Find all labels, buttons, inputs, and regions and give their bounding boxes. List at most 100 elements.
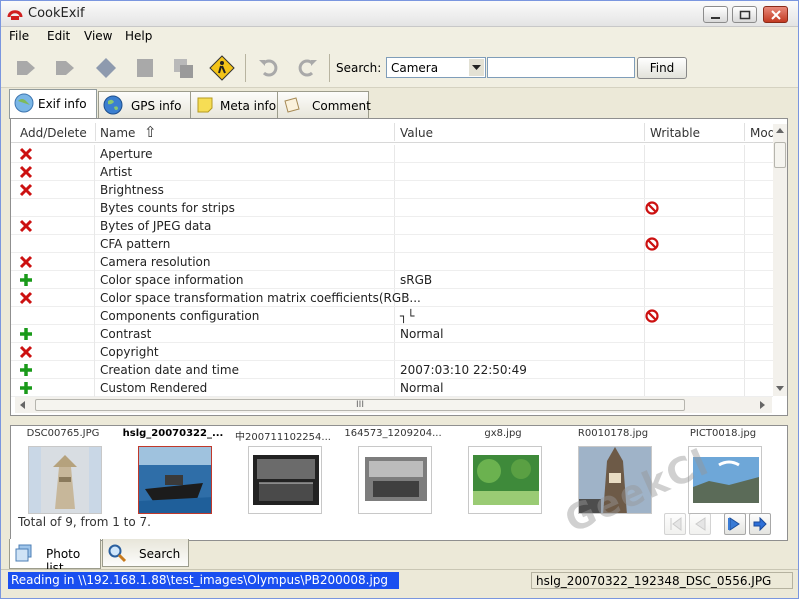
last-page-button[interactable] [749,513,771,535]
column-divider[interactable] [644,123,645,141]
table-row[interactable]: CFA pattern [11,235,773,253]
scroll-down-icon[interactable] [776,386,784,391]
scroll-right-icon[interactable] [760,401,765,409]
delete-icon[interactable] [19,165,33,179]
add-icon[interactable] [19,381,33,395]
table-row[interactable]: Bytes of JPEG data [11,217,773,235]
scroll-left-icon[interactable] [20,401,25,409]
maximize-button[interactable] [732,6,757,23]
forward-arrow-icon[interactable] [52,55,78,81]
first-page-button[interactable] [664,513,686,535]
add-delete-cell[interactable] [11,145,95,163]
tab-meta-info[interactable]: Meta info [190,91,278,118]
column-value[interactable]: Value [400,126,433,140]
add-delete-cell[interactable] [11,181,95,199]
add-delete-cell[interactable] [11,289,95,307]
tab-search[interactable]: Search [102,539,189,567]
find-button[interactable]: Find [637,57,687,79]
add-icon[interactable] [19,273,33,287]
table-row[interactable]: Creation date and time 2007:03:10 22:50:4… [11,361,773,379]
search-input[interactable] [487,57,635,78]
close-button[interactable] [763,6,788,23]
search-field-select[interactable]: Camera [386,57,486,78]
column-divider[interactable] [95,123,96,141]
add-delete-cell[interactable] [11,379,95,397]
table-row[interactable]: Artist [11,163,773,181]
add-delete-cell[interactable] [11,325,95,343]
table-row[interactable]: Color space information sRGB [11,271,773,289]
row-value[interactable]: Normal [400,381,443,395]
photo-thumbnail[interactable]: 中200711102254... [231,428,335,514]
vertical-scroll-thumb[interactable] [774,142,786,168]
column-mod[interactable]: Mod [750,126,775,140]
add-delete-cell[interactable] [11,199,95,217]
add-icon[interactable] [19,327,33,341]
thumbnail-image-frame[interactable] [358,446,432,514]
table-row[interactable]: Brightness [11,181,773,199]
add-icon[interactable] [19,363,33,377]
add-delete-cell[interactable] [11,163,95,181]
warning-sign-icon[interactable] [209,55,235,81]
tab-comment[interactable]: Comment [277,91,371,118]
delete-icon[interactable] [19,183,33,197]
column-writable[interactable]: Writable [650,126,700,140]
delete-icon[interactable] [19,147,33,161]
copy-icon[interactable] [171,55,197,81]
add-delete-cell[interactable] [11,235,95,253]
thumbnail-image-frame[interactable] [468,446,542,514]
horizontal-scrollbar[interactable]: III [15,397,772,413]
dropdown-button[interactable] [469,59,484,76]
table-row[interactable]: Contrast Normal [11,325,773,343]
redo-icon[interactable] [294,55,320,81]
row-value[interactable]: sRGB [400,273,432,287]
column-name[interactable]: Name [100,126,135,140]
delete-icon[interactable] [19,345,33,359]
add-delete-cell[interactable] [11,271,95,289]
column-divider[interactable] [744,123,745,141]
photo-thumbnail[interactable]: DSC00765.JPG [11,428,115,514]
page-icon[interactable] [132,55,158,81]
delete-icon[interactable] [19,291,33,305]
row-value[interactable]: 2007:03:10 22:50:49 [400,363,527,377]
delete-icon[interactable] [19,219,33,233]
thumbnail-image-frame[interactable] [248,446,322,514]
table-row[interactable]: Components configuration ┐└ [11,307,773,325]
back-arrow-icon[interactable] [13,55,39,81]
add-delete-cell[interactable] [11,253,95,271]
thumbnail-image-frame[interactable] [138,446,212,514]
photo-thumbnail[interactable]: 164573_1209204... [341,428,445,514]
row-value[interactable]: Normal [400,327,443,341]
row-value[interactable]: ┐└ [400,309,414,323]
table-row[interactable]: Bytes counts for strips [11,199,773,217]
undo-icon[interactable] [256,55,282,81]
photo-thumbnail[interactable]: hslg_20070322_... [121,428,225,514]
vertical-scrollbar[interactable] [773,124,787,396]
add-delete-cell[interactable] [11,217,95,235]
thumbnail-image-frame[interactable] [28,446,102,514]
delete-icon[interactable] [19,255,33,269]
menu-help[interactable]: Help [125,29,152,43]
menu-view[interactable]: View [84,29,112,43]
next-page-button[interactable] [724,513,746,535]
tag-icon[interactable] [93,55,119,81]
table-row[interactable]: Color space transformation matrix coeffi… [11,289,773,307]
minimize-button[interactable] [703,6,728,23]
previous-page-button[interactable] [689,513,711,535]
menu-edit[interactable]: Edit [47,29,70,43]
add-delete-cell[interactable] [11,343,95,361]
horizontal-scroll-thumb[interactable]: III [35,399,685,411]
column-add-delete[interactable]: Add/Delete [20,126,87,140]
scroll-up-icon[interactable] [776,128,784,133]
tab-photo-list[interactable]: Photo list [9,539,101,575]
tab-exif-info[interactable]: Exif info [9,89,97,119]
menu-file[interactable]: File [9,29,29,43]
add-delete-cell[interactable] [11,361,95,379]
table-row[interactable]: Aperture [11,145,773,163]
column-divider[interactable] [394,123,395,141]
photo-thumbnail[interactable]: gx8.jpg [451,428,555,514]
table-row[interactable]: Copyright [11,343,773,361]
add-delete-cell[interactable] [11,307,95,325]
table-row[interactable]: Camera resolution [11,253,773,271]
tab-gps-info[interactable]: GPS info [98,91,191,118]
table-row[interactable]: Custom Rendered Normal [11,379,773,397]
